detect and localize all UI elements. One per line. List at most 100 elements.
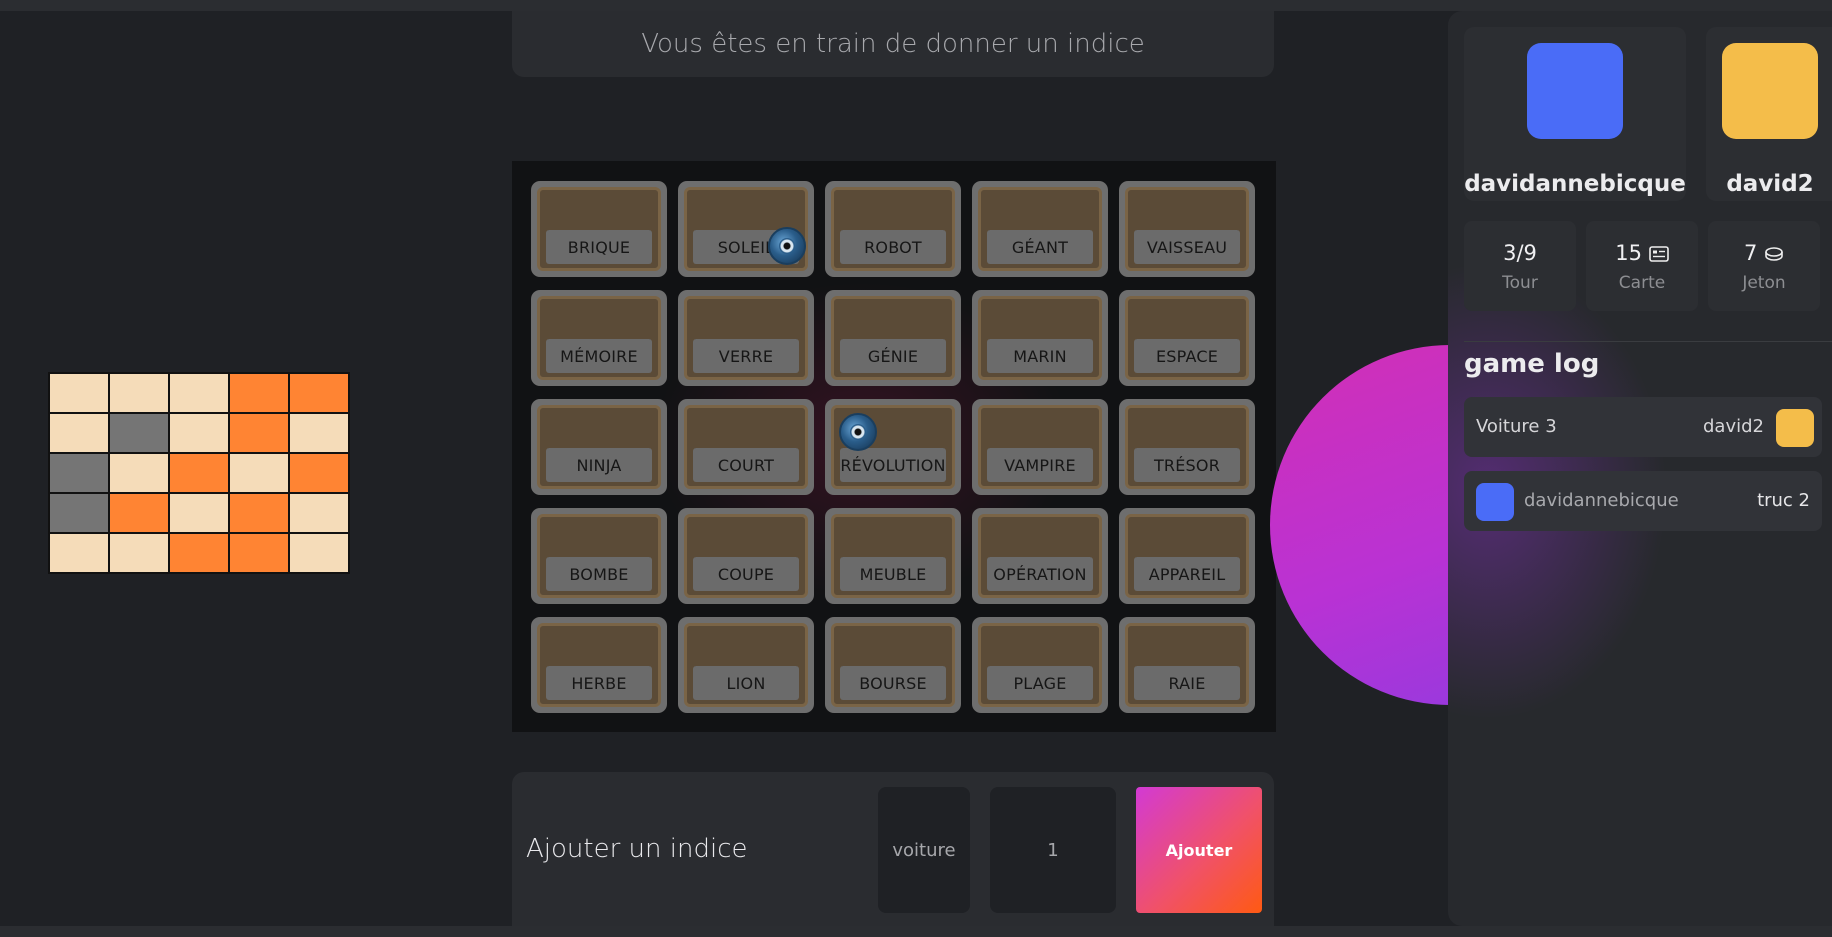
word-card[interactable]: LION: [678, 617, 814, 713]
stat-turn-value: 3/9: [1503, 241, 1537, 265]
key-cell: [290, 534, 348, 572]
key-cell: [50, 374, 108, 412]
add-clue-panel: Ajouter un indice voiture 1 Ajouter: [512, 772, 1274, 926]
word-card[interactable]: HERBE: [531, 617, 667, 713]
card-face: OPÉRATION: [978, 514, 1102, 598]
card-face: MÉMOIRE: [537, 296, 661, 380]
log-player-color: [1476, 483, 1514, 521]
word-card[interactable]: PLAGE: [972, 617, 1108, 713]
status-text: Vous êtes en train de donner un indice: [641, 29, 1145, 59]
stat-cards: 15 Carte: [1586, 221, 1698, 311]
word-card[interactable]: ESPACE: [1119, 290, 1255, 386]
card-word: RÉVOLUTION: [840, 448, 946, 482]
word-card[interactable]: VERRE: [678, 290, 814, 386]
card-word: MÉMOIRE: [546, 339, 652, 373]
log-clue: truc 2: [1757, 490, 1810, 511]
card-face: PLAGE: [978, 623, 1102, 707]
clue-word-input[interactable]: voiture: [878, 787, 970, 913]
side-panel: davidannebicque david2 3/9 Tour 15 Carte…: [1448, 11, 1832, 926]
card-word: ESPACE: [1134, 339, 1240, 373]
key-cell: [290, 494, 348, 532]
word-card[interactable]: OPÉRATION: [972, 508, 1108, 604]
card-face: TRÉSOR: [1125, 405, 1249, 489]
card-face: BOMBE: [537, 514, 661, 598]
word-card[interactable]: TRÉSOR: [1119, 399, 1255, 495]
game-log-entry: davidannebicque truc 2: [1464, 471, 1822, 531]
stat-cards-value: 15: [1586, 241, 1698, 265]
card-face: VAMPIRE: [978, 405, 1102, 489]
word-card[interactable]: GÉNIE: [825, 290, 961, 386]
card-face: VAISSEAU: [1125, 187, 1249, 271]
key-cell: [50, 454, 108, 492]
card-face: GÉNIE: [831, 296, 955, 380]
card-word: COUPE: [693, 557, 799, 591]
top-strip: [0, 0, 1832, 11]
key-cell: [290, 414, 348, 452]
card-face: BRIQUE: [537, 187, 661, 271]
card-face: GÉANT: [978, 187, 1102, 271]
status-banner: Vous êtes en train de donner un indice: [512, 11, 1274, 77]
divider: [1464, 341, 1832, 342]
card-word: RAIE: [1134, 666, 1240, 700]
add-clue-button[interactable]: Ajouter: [1136, 787, 1262, 913]
card-face: HERBE: [537, 623, 661, 707]
key-cell: [50, 414, 108, 452]
word-card[interactable]: RAIE: [1119, 617, 1255, 713]
word-card[interactable]: COURT: [678, 399, 814, 495]
clue-count-input[interactable]: 1: [990, 787, 1116, 913]
card-word: BOMBE: [546, 557, 652, 591]
log-player: david2: [1703, 416, 1764, 437]
eye-token-icon: [839, 413, 877, 451]
key-cell: [170, 494, 228, 532]
key-cell: [170, 534, 228, 572]
eye-token-icon: [768, 227, 806, 265]
key-grid: [48, 372, 350, 574]
key-cell: [110, 454, 168, 492]
word-card[interactable]: BOURSE: [825, 617, 961, 713]
card-face: ROBOT: [831, 187, 955, 271]
word-card[interactable]: MEUBLE: [825, 508, 961, 604]
key-cell: [230, 414, 288, 452]
card-word: VAISSEAU: [1134, 230, 1240, 264]
word-card[interactable]: SOLEIL: [678, 181, 814, 277]
log-clue: Voiture 3: [1476, 416, 1557, 437]
stat-tokens-label: Jeton: [1742, 273, 1786, 293]
key-cell: [230, 454, 288, 492]
card-word: MEUBLE: [840, 557, 946, 591]
word-card[interactable]: ROBOT: [825, 181, 961, 277]
key-cell: [110, 374, 168, 412]
key-cell: [110, 414, 168, 452]
key-cell: [230, 374, 288, 412]
card-face: LION: [684, 623, 808, 707]
word-card[interactable]: BOMBE: [531, 508, 667, 604]
card-word: ROBOT: [840, 230, 946, 264]
card-word: VAMPIRE: [987, 448, 1093, 482]
card-face: ESPACE: [1125, 296, 1249, 380]
card-word: NINJA: [546, 448, 652, 482]
card-word: TRÉSOR: [1134, 448, 1240, 482]
card-word: HERBE: [546, 666, 652, 700]
word-card[interactable]: GÉANT: [972, 181, 1108, 277]
word-card[interactable]: NINJA: [531, 399, 667, 495]
game-log-entry: Voiture 3 david2: [1464, 397, 1822, 457]
word-card[interactable]: APPAREIL: [1119, 508, 1255, 604]
key-cell: [230, 534, 288, 572]
player-avatar: [1527, 43, 1623, 139]
card-face: MARIN: [978, 296, 1102, 380]
word-card[interactable]: COUPE: [678, 508, 814, 604]
card-face: COUPE: [684, 514, 808, 598]
key-cell: [230, 494, 288, 532]
word-card[interactable]: RÉVOLUTION: [825, 399, 961, 495]
card-icon: [1648, 241, 1669, 265]
card-face: NINJA: [537, 405, 661, 489]
word-card[interactable]: VAISSEAU: [1119, 181, 1255, 277]
key-cell: [290, 374, 348, 412]
bottom-strip: [0, 926, 1832, 937]
word-card[interactable]: MARIN: [972, 290, 1108, 386]
add-clue-title: Ajouter un indice: [526, 834, 748, 864]
word-card[interactable]: MÉMOIRE: [531, 290, 667, 386]
word-card[interactable]: VAMPIRE: [972, 399, 1108, 495]
word-card[interactable]: BRIQUE: [531, 181, 667, 277]
coin-icon: [1764, 241, 1784, 265]
stat-turn-label: Tour: [1502, 273, 1538, 293]
